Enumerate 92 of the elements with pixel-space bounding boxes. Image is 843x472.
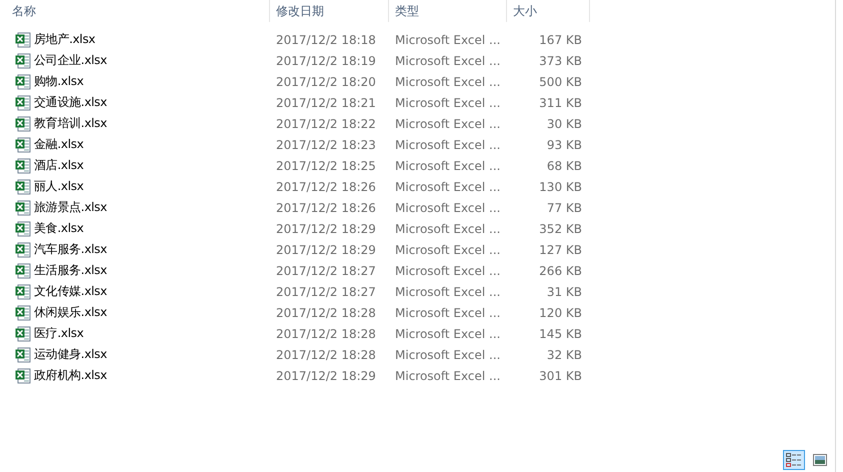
file-size: 130 KB: [539, 180, 583, 194]
file-name[interactable]: 金融.xlsx: [34, 136, 84, 153]
column-header[interactable]: 名称: [0, 0, 270, 22]
modified-date: 2017/12/2 18:19: [275, 54, 377, 68]
modified-date: 2017/12/2 18:25: [275, 158, 377, 172]
modified-date: 2017/12/2 18:26: [275, 200, 377, 214]
details-view-icon: [786, 453, 802, 467]
file-name[interactable]: 教育培训.xlsx: [34, 115, 107, 132]
view-button[interactable]: [783, 450, 805, 470]
file-type: Microsoft Excel ...: [394, 326, 502, 340]
file-name[interactable]: 交通设施.xlsx: [34, 94, 107, 111]
spreadsheet-icon: [15, 242, 31, 258]
modified-date: 2017/12/2 18:18: [275, 32, 377, 46]
modified-date: 2017/12/2 18:26: [275, 180, 377, 194]
file-type: Microsoft Excel ...: [394, 242, 502, 256]
spreadsheet-icon: [15, 94, 31, 110]
file-type: Microsoft Excel ...: [394, 222, 502, 236]
spreadsheet-icon: [15, 346, 31, 362]
file-type: Microsoft Excel ...: [394, 306, 502, 320]
file-type: Microsoft Excel ...: [394, 138, 502, 152]
file-size: 30 KB: [546, 116, 583, 130]
file-type: Microsoft Excel ...: [394, 96, 502, 110]
file-name[interactable]: 运动健身.xlsx: [34, 346, 107, 363]
modified-date: 2017/12/2 18:23: [275, 138, 377, 152]
file-name[interactable]: 生活服务.xlsx: [34, 262, 107, 279]
file-size: 352 KB: [539, 222, 583, 236]
modified-date: 2017/12/2 18:21: [275, 96, 377, 110]
spreadsheet-icon: [15, 220, 31, 236]
spreadsheet-icon: [15, 284, 31, 300]
file-name[interactable]: 公司企业.xlsx: [34, 52, 107, 69]
file-name[interactable]: 汽车服务.xlsx: [34, 241, 107, 258]
file-name[interactable]: 购物.xlsx: [34, 73, 84, 90]
file-size: 266 KB: [539, 264, 583, 278]
file-type: Microsoft Excel ...: [394, 54, 502, 68]
file-name[interactable]: 政府机构.xlsx: [34, 367, 107, 384]
file-name[interactable]: 文化传媒.xlsx: [34, 283, 107, 300]
file-type: Microsoft Excel ...: [394, 348, 502, 362]
file-type: Microsoft Excel ...: [394, 116, 502, 130]
modified-date: 2017/12/2 18:29: [275, 368, 377, 382]
column-header[interactable]: 类型: [389, 0, 507, 22]
spreadsheet-icon: [15, 368, 31, 384]
file-type: Microsoft Excel ...: [394, 158, 502, 172]
file-size: 68 KB: [546, 158, 583, 172]
file-type: Microsoft Excel ...: [394, 180, 502, 194]
file-size: 93 KB: [546, 138, 583, 152]
spreadsheet-icon: [15, 136, 31, 152]
file-size: 301 KB: [539, 368, 583, 382]
file-type: Microsoft Excel ...: [394, 284, 502, 298]
large-icons-view-icon: [813, 454, 827, 466]
spreadsheet-icon: [15, 178, 31, 194]
file-size: 311 KB: [539, 96, 583, 110]
modified-date: 2017/12/2 18:20: [275, 74, 377, 88]
column-header[interactable]: 修改日期: [270, 0, 389, 22]
modified-date: 2017/12/2 18:22: [275, 116, 377, 130]
spreadsheet-icon: [15, 326, 31, 342]
modified-date: 2017/12/2 18:28: [275, 306, 377, 320]
file-name[interactable]: 旅游景点.xlsx: [34, 199, 107, 216]
file-type: Microsoft Excel ...: [394, 368, 502, 382]
spreadsheet-icon: [15, 200, 31, 216]
file-name[interactable]: 酒店.xlsx: [34, 157, 84, 174]
spreadsheet-icon: [15, 32, 31, 48]
file-size: 127 KB: [539, 242, 583, 256]
file-type: Microsoft Excel ...: [394, 200, 502, 214]
modified-date: 2017/12/2 18:29: [275, 242, 377, 256]
file-name[interactable]: 医疗.xlsx: [34, 325, 84, 342]
spreadsheet-icon: [15, 52, 31, 68]
spreadsheet-icon: [15, 304, 31, 320]
file-size: 167 KB: [539, 32, 583, 46]
column-header[interactable]: 大小: [507, 0, 590, 22]
spreadsheet-icon: [15, 116, 31, 132]
modified-date: 2017/12/2 18:27: [275, 284, 377, 298]
modified-date: 2017/12/2 18:28: [275, 326, 377, 340]
file-size: 31 KB: [546, 284, 583, 298]
modified-date: 2017/12/2 18:27: [275, 264, 377, 278]
file-name[interactable]: 房地产.xlsx: [34, 31, 96, 48]
file-name[interactable]: 丽人.xlsx: [34, 178, 84, 195]
spreadsheet-icon: [15, 74, 31, 90]
file-type: Microsoft Excel ...: [394, 74, 502, 88]
file-size: 145 KB: [539, 326, 583, 340]
file-size: 32 KB: [546, 348, 583, 362]
file-size: 77 KB: [546, 200, 583, 214]
file-name[interactable]: 美食.xlsx: [34, 220, 84, 237]
file-size: 500 KB: [539, 74, 583, 88]
file-type: Microsoft Excel ...: [394, 32, 502, 46]
spreadsheet-icon: [15, 262, 31, 278]
modified-date: 2017/12/2 18:28: [275, 348, 377, 362]
file-type: Microsoft Excel ...: [394, 264, 502, 278]
modified-date: 2017/12/2 18:29: [275, 222, 377, 236]
spreadsheet-icon: [15, 158, 31, 174]
file-size: 120 KB: [539, 306, 583, 320]
file-size: 373 KB: [539, 54, 583, 68]
file-name[interactable]: 休闲娱乐.xlsx: [34, 304, 107, 321]
